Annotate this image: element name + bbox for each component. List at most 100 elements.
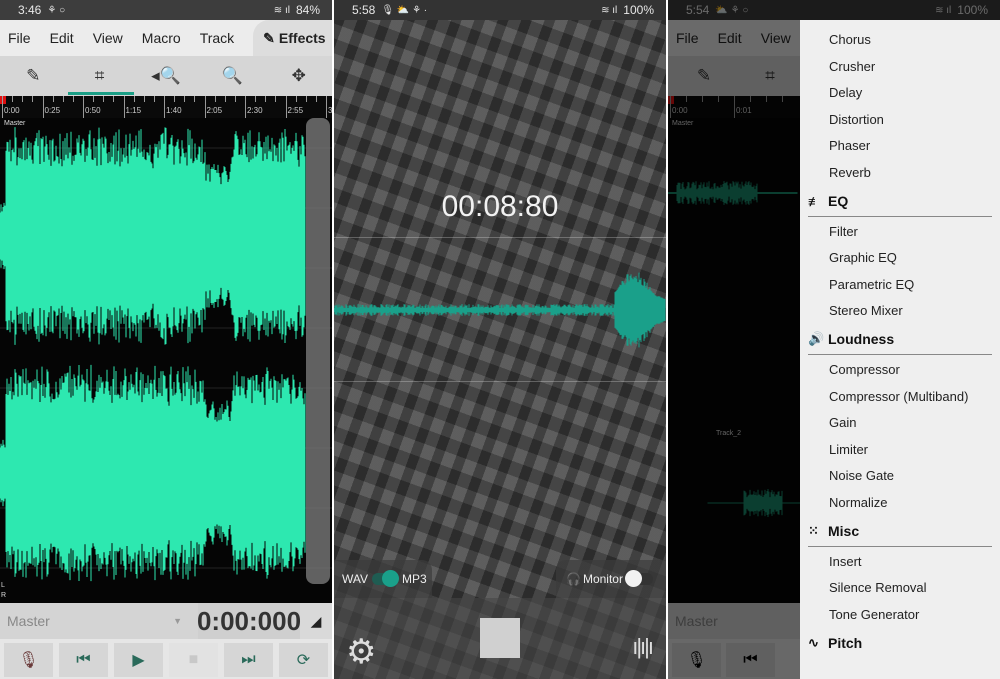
zoom-vertical-icon[interactable]: 🔍 bbox=[212, 66, 252, 86]
ruler-minor-tick bbox=[174, 96, 176, 102]
ruler-minor-tick bbox=[133, 96, 135, 102]
ruler-tick-label: 2:05 bbox=[204, 96, 222, 118]
tool-bar: ✎ ⌗ ◂🔍 🔍 ✥ bbox=[0, 56, 332, 96]
effects-menu-item[interactable]: Graphic EQ bbox=[808, 245, 1000, 272]
channel-right-label: R bbox=[1, 592, 7, 599]
monitor-label: Monitor bbox=[582, 572, 623, 586]
stop-recording-button[interactable] bbox=[480, 618, 520, 658]
effects-menu-item[interactable]: Noise Gate bbox=[808, 463, 1000, 490]
recorder-screen: 5:58 🎙 ⛅ ⚘ · ≋ ıl 100% 00:08:80 WAV MP3 … bbox=[334, 0, 666, 679]
skip-back-button[interactable]: ⏮ bbox=[59, 643, 108, 677]
ruler-minor-tick bbox=[234, 96, 236, 102]
format-wav-label: WAV bbox=[342, 572, 368, 586]
ruler-minor-tick bbox=[224, 96, 226, 102]
waveform bbox=[0, 127, 332, 582]
waveform-view-icon[interactable]: ı|ı|ı bbox=[632, 634, 654, 660]
skip-forward-button[interactable]: ⏭ bbox=[224, 643, 273, 677]
status-time: 3:46 bbox=[18, 3, 42, 17]
settings-icon[interactable]: ⚙ bbox=[346, 632, 376, 672]
effects-menu-item[interactable]: Tone Generator bbox=[808, 602, 1000, 629]
play-button[interactable]: ▶ bbox=[114, 643, 163, 677]
track-bar: Master ▼ 0:00:000 ◢ bbox=[0, 603, 332, 639]
loop-button[interactable]: ⟳ bbox=[279, 643, 328, 677]
crop-icon[interactable]: ⌗ bbox=[80, 66, 120, 86]
dropdown-icon: ▼ bbox=[173, 616, 182, 626]
effects-menu-item[interactable]: Normalize bbox=[808, 490, 1000, 517]
effects-menu-button[interactable]: ✎ Effects bbox=[253, 20, 332, 56]
ruler-tick-label: 0:25 bbox=[42, 96, 60, 118]
effects-menu-item[interactable]: Delay bbox=[808, 80, 1000, 107]
wifi-icon: ≋ ıl bbox=[273, 4, 290, 16]
record-button[interactable]: 🎙 bbox=[4, 643, 53, 677]
waveform-view[interactable]: Master L R bbox=[0, 118, 332, 603]
ruler-minor-tick bbox=[305, 96, 307, 102]
effects-menu-item[interactable]: Compressor bbox=[808, 357, 1000, 384]
effects-dropdown: Chorus Crusher Delay Distortion Phaser Reverb… bbox=[800, 20, 1000, 679]
ruler-minor-tick bbox=[255, 96, 257, 102]
effects-menu-item[interactable]: Filter bbox=[808, 219, 1000, 246]
scroll-thumb[interactable] bbox=[306, 118, 330, 584]
ruler-minor-tick bbox=[143, 96, 145, 102]
effects-menu-header: ∿ Pitch bbox=[808, 628, 992, 658]
format-switch[interactable] bbox=[372, 570, 399, 587]
ruler-tick-label: 0:00 bbox=[2, 96, 20, 118]
stop-button[interactable]: ■ bbox=[169, 643, 218, 677]
ruler-tick-label: 3: bbox=[326, 96, 332, 118]
wifi-icon: ≋ ıl bbox=[601, 4, 618, 16]
format-toggle[interactable]: WAV MP3 bbox=[334, 560, 432, 598]
notification-icon: ⚘ ○ bbox=[47, 4, 66, 16]
headphones-icon: 🎧 bbox=[566, 572, 581, 586]
menu-edit[interactable]: Edit bbox=[50, 30, 74, 46]
ruler-minor-tick bbox=[52, 96, 54, 102]
effects-menu-header: ⁙ Misc bbox=[808, 517, 992, 547]
stop-icon: ■ bbox=[188, 651, 199, 668]
menu-file[interactable]: File bbox=[8, 30, 31, 46]
ruler-minor-tick bbox=[22, 96, 24, 102]
ruler-minor-tick bbox=[32, 96, 34, 102]
skip-back-icon: ⏮ bbox=[76, 651, 91, 668]
effects-menu-item[interactable]: Insert bbox=[808, 549, 1000, 576]
track-select[interactable]: Master ▼ bbox=[0, 603, 198, 639]
menu-view[interactable]: View bbox=[93, 30, 123, 46]
zoom-horizontal-icon[interactable]: ◂🔍 bbox=[146, 66, 186, 86]
level-line bbox=[334, 237, 666, 238]
pencil-icon[interactable]: ✎ bbox=[13, 66, 53, 86]
recorder-controls: ⚙ ı|ı|ı bbox=[334, 598, 666, 679]
ruler-minor-tick bbox=[72, 96, 74, 102]
effects-menu-item[interactable]: Parametric EQ bbox=[808, 272, 1000, 299]
effects-menu-item[interactable]: Compressor (Multiband) bbox=[808, 384, 1000, 411]
monitor-toggle[interactable]: 🎧 Monitor bbox=[556, 560, 666, 598]
status-time: 5:58 bbox=[352, 3, 376, 17]
track-select-value: Master bbox=[7, 613, 50, 629]
menu-macro[interactable]: Macro bbox=[142, 30, 181, 46]
effects-menu-item[interactable]: Silence Removal bbox=[808, 575, 1000, 602]
effects-menu-header-label: Misc bbox=[828, 523, 860, 539]
ruler-minor-tick bbox=[194, 96, 196, 102]
editor-screen: 3:46 ⚘ ○ ≋ ıl 84% File Edit View Macro T… bbox=[0, 0, 332, 679]
ruler-minor-tick bbox=[113, 96, 115, 102]
effects-menu-item[interactable]: Distortion bbox=[808, 107, 1000, 134]
effects-menu-screen: 5:54 ⛅ ⚘ ○ ≋ ıl 100% File Edit View M ✎ … bbox=[668, 0, 1000, 679]
move-icon[interactable]: ✥ bbox=[279, 66, 319, 86]
effects-menu-header: 🔊 Loudness bbox=[808, 325, 992, 355]
effects-menu-item[interactable]: Crusher bbox=[808, 54, 1000, 81]
monitor-switch[interactable] bbox=[624, 570, 653, 587]
ruler-minor-tick bbox=[103, 96, 105, 102]
ruler-tick-label: 0:50 bbox=[83, 96, 101, 118]
effects-menu-item[interactable]: Limiter bbox=[808, 437, 1000, 464]
ruler-minor-tick bbox=[184, 96, 186, 102]
effects-menu-item[interactable]: Chorus bbox=[808, 27, 1000, 54]
pitch-icon: ∿ bbox=[808, 635, 819, 651]
effects-menu-item[interactable]: Gain bbox=[808, 410, 1000, 437]
effects-menu-item[interactable]: Stereo Mixer bbox=[808, 298, 1000, 325]
effects-menu-item[interactable]: Phaser bbox=[808, 133, 1000, 160]
ruler-minor-tick bbox=[265, 96, 267, 102]
ruler-minor-tick bbox=[62, 96, 64, 102]
spectrum-icon[interactable]: ◢ bbox=[300, 603, 332, 639]
effects-menu-item[interactable]: Reverb bbox=[808, 160, 1000, 187]
channel-left-label: L bbox=[1, 582, 5, 589]
live-waveform bbox=[334, 272, 666, 348]
menu-track[interactable]: Track bbox=[200, 30, 234, 46]
timeline-ruler[interactable]: 0:00 0:25 0:50 1:15 1:40 2:05 2:30 2:55 3: bbox=[0, 96, 332, 118]
menu-bar: File Edit View Macro Track ✎ Effects bbox=[0, 20, 332, 56]
